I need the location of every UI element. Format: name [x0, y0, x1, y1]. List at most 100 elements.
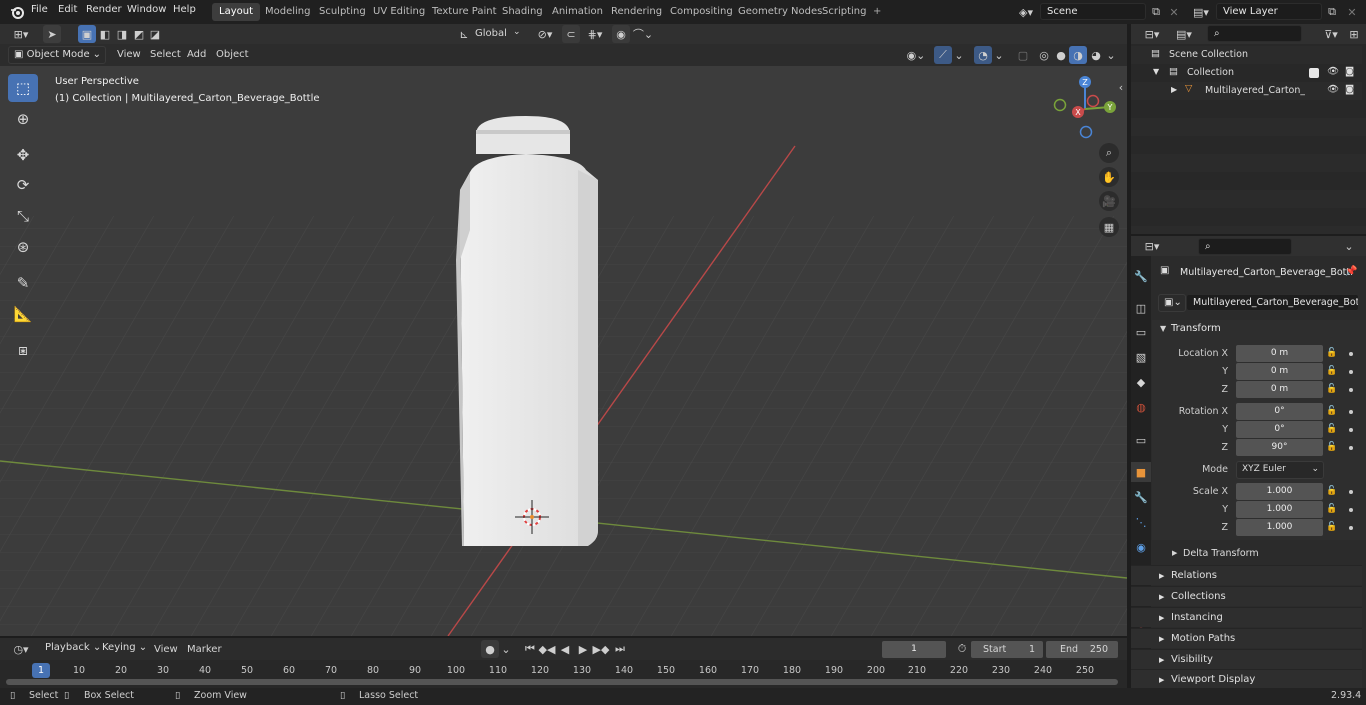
panel-visibility[interactable]: ▶ Visibility — [1131, 649, 1362, 669]
world-tab-icon[interactable]: ◍ — [1131, 397, 1151, 417]
collapse-arrow-icon[interactable]: ▼ — [1160, 324, 1166, 333]
chevron-down-icon[interactable]: ⌄ — [499, 640, 513, 658]
lock-icon[interactable]: 🔓 — [1326, 522, 1338, 534]
menu-window[interactable]: Window — [127, 4, 166, 15]
panel-motion-paths[interactable]: ▶ Motion Paths — [1131, 628, 1362, 648]
tab-sculpting[interactable]: Sculpting — [312, 3, 373, 21]
end-frame-field[interactable]: End 250 — [1046, 641, 1118, 658]
keyframe-dot-icon[interactable] — [1349, 388, 1353, 392]
xray-toggle-icon[interactable]: ▢ — [1014, 46, 1032, 64]
output-tab-icon[interactable]: ▭ — [1131, 322, 1151, 342]
pin-icon[interactable]: 📌 — [1345, 266, 1357, 277]
snap-toggle-icon[interactable]: ⊂ — [562, 25, 580, 43]
select-mode-new-icon[interactable]: ▣ — [78, 25, 96, 43]
tab-modeling[interactable]: Modeling — [258, 3, 318, 21]
select-mode-intersect-icon[interactable]: ◪ — [146, 25, 164, 43]
visibility-filter-icon[interactable]: ◉⌄ — [903, 46, 929, 64]
panel-viewport-display[interactable]: ▶ Viewport Display — [1131, 669, 1362, 689]
tab-animation[interactable]: Animation — [545, 3, 610, 21]
outliner-editor-type-icon[interactable]: ⊟▾ — [1139, 25, 1165, 43]
lock-icon[interactable]: 🔓 — [1326, 406, 1338, 418]
scale-y-field[interactable]: 1.000 — [1236, 501, 1323, 518]
shading-rendered-icon[interactable]: ◕ — [1087, 46, 1105, 64]
keyframe-dot-icon[interactable] — [1349, 446, 1353, 450]
keyframe-dot-icon[interactable] — [1349, 352, 1353, 356]
menu-view[interactable]: View — [117, 49, 141, 60]
select-mode-extend-icon[interactable]: ◧ — [96, 25, 114, 43]
lock-icon[interactable]: 🔓 — [1326, 486, 1338, 498]
editor-type-icon[interactable]: ⊞▾ — [8, 25, 34, 43]
panel-relations[interactable]: ▶ Relations — [1131, 565, 1362, 585]
location-z-field[interactable]: 0 m — [1236, 381, 1323, 398]
add-cube-tool-icon[interactable]: ⧆ — [8, 336, 38, 364]
location-x-field[interactable]: 0 m — [1236, 345, 1323, 362]
properties-editor-type-icon[interactable]: ⊟▾ — [1139, 237, 1165, 255]
physics-tab-icon[interactable]: ◉ — [1131, 537, 1151, 557]
rotation-y-field[interactable]: 0° — [1236, 421, 1323, 438]
move-tool-icon[interactable]: ✥ — [8, 141, 38, 169]
new-scene-icon[interactable]: ⧉ — [1147, 3, 1165, 21]
playback-dropdown[interactable]: Playback ⌄ — [40, 640, 101, 658]
gizmo-toggle-icon[interactable]: ⟋ — [934, 46, 952, 64]
location-y-field[interactable]: 0 m — [1236, 363, 1323, 380]
menu-edit[interactable]: Edit — [58, 4, 77, 15]
annotate-tool-icon[interactable]: ✎ — [8, 269, 38, 297]
rotation-x-field[interactable]: 0° — [1236, 403, 1323, 420]
tab-shading[interactable]: Shading — [495, 3, 550, 21]
snap-target-icon[interactable]: ⋕▾ — [582, 25, 608, 43]
shading-solid-icon[interactable]: ● — [1052, 46, 1070, 64]
keyframe-dot-icon[interactable] — [1349, 410, 1353, 414]
play-reverse-icon[interactable]: ◀ — [556, 640, 574, 658]
tab-texture-paint[interactable]: Texture Paint — [425, 3, 504, 21]
cursor-tool-icon[interactable]: ⊕ — [8, 105, 38, 133]
outliner-search-input[interactable]: ⌕ — [1207, 25, 1302, 42]
shading-wireframe-icon[interactable]: ◎ — [1035, 46, 1053, 64]
start-frame-field[interactable]: Start 1 — [971, 641, 1043, 658]
select-tool-icon[interactable]: ➤ — [43, 25, 61, 43]
current-frame-field[interactable]: 1 — [882, 641, 946, 658]
lock-icon[interactable]: 🔓 — [1326, 442, 1338, 454]
scene-name-field[interactable]: Scene — [1040, 3, 1146, 20]
keyframe-dot-icon[interactable] — [1349, 370, 1353, 374]
object-browse-icon[interactable]: ▣⌄ — [1158, 294, 1186, 312]
timeline-menu-view[interactable]: View — [154, 644, 178, 655]
expand-arrow-icon[interactable]: ▶ — [1171, 85, 1177, 94]
modifier-tab-icon[interactable]: 🔧 — [1131, 487, 1151, 507]
orientation-dropdown[interactable]: Global — [475, 28, 507, 39]
tool-tab-icon[interactable]: 🔧 — [1131, 266, 1151, 286]
object-name-field[interactable]: Multilayered_Carton_Beverage_Bottle — [1186, 294, 1359, 311]
stopwatch-icon[interactable]: ⏱ — [953, 640, 971, 658]
menu-render[interactable]: Render — [86, 4, 122, 15]
carton-bottle-object[interactable] — [448, 110, 608, 560]
view-layer-tab-icon[interactable]: ▧ — [1131, 347, 1151, 367]
add-workspace-button[interactable]: + — [866, 3, 888, 21]
scale-tool-icon[interactable]: ⤡ — [8, 202, 38, 230]
jump-start-icon[interactable]: ⏮ — [521, 640, 539, 658]
delete-scene-icon[interactable]: ✕ — [1165, 3, 1183, 21]
view-layer-field[interactable]: View Layer — [1216, 3, 1322, 20]
timeline-menu-marker[interactable]: Marker — [187, 644, 222, 655]
chevron-down-icon[interactable]: ⌄ — [952, 46, 966, 64]
lock-icon[interactable]: 🔓 — [1326, 384, 1338, 396]
filter-icon[interactable]: ⊽▾ — [1318, 25, 1344, 43]
panel-collections[interactable]: ▶ Collections — [1131, 586, 1362, 606]
timeline-scrollbar[interactable] — [6, 679, 1118, 685]
keyframe-dot-icon[interactable] — [1349, 428, 1353, 432]
render-tab-icon[interactable]: ◫ — [1131, 298, 1151, 318]
tab-uv-editing[interactable]: UV Editing — [366, 3, 432, 21]
properties-search-input[interactable]: ⌕ — [1198, 238, 1292, 255]
orthographic-toggle-icon[interactable]: ▦ — [1099, 217, 1119, 237]
lock-icon[interactable]: 🔓 — [1326, 366, 1338, 378]
previous-keyframe-icon[interactable]: ◆◀ — [538, 640, 556, 658]
transform-panel-title[interactable]: Transform — [1171, 323, 1221, 334]
outliner-row-scene-collection[interactable]: ▤ Scene Collection — [1131, 46, 1362, 64]
next-keyframe-icon[interactable]: ▶◆ — [592, 640, 610, 658]
chevron-down-icon[interactable]: ⌄ — [992, 46, 1006, 64]
tab-compositing[interactable]: Compositing — [663, 3, 740, 21]
particles-tab-icon[interactable]: ⋱ — [1131, 512, 1151, 532]
pan-hand-icon[interactable]: ✋ — [1099, 167, 1119, 187]
new-view-layer-icon[interactable]: ⧉ — [1323, 3, 1341, 21]
scene-selector-icon[interactable]: ◈▾ — [1014, 3, 1038, 21]
pivot-point-icon[interactable]: ⊘▾ — [532, 25, 558, 43]
record-keyframe-icon[interactable]: ● — [481, 640, 499, 658]
